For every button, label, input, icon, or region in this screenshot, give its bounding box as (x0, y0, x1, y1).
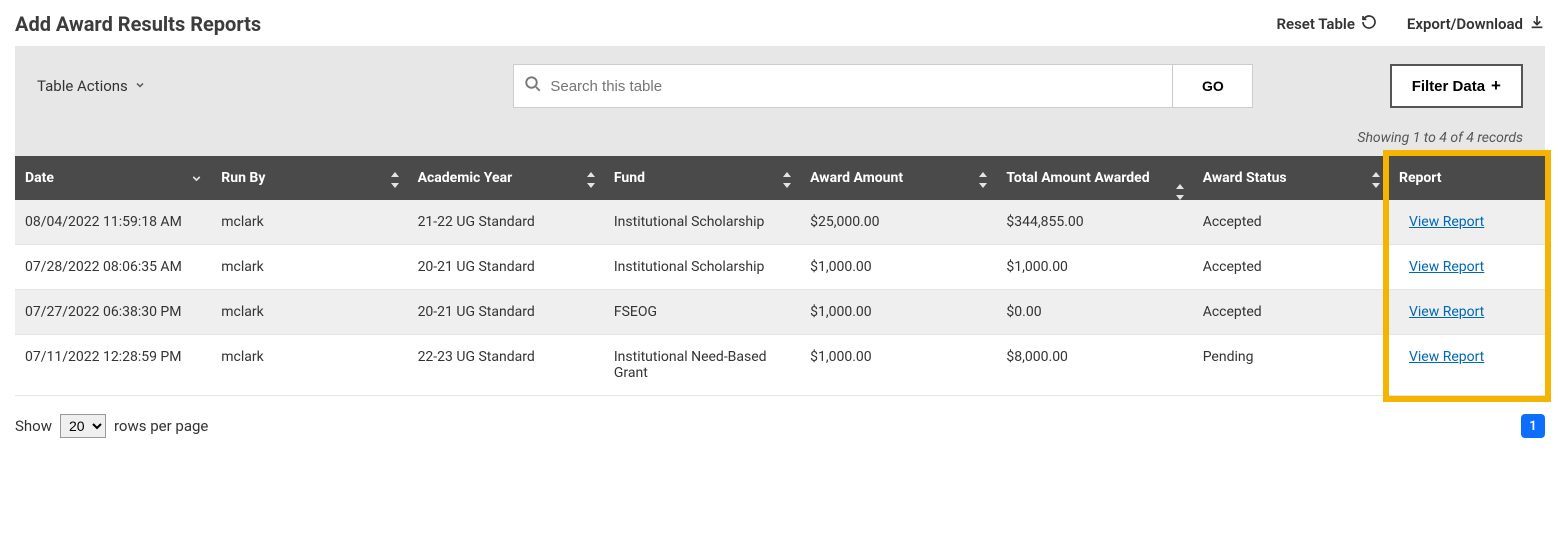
filter-data-label: Filter Data (1412, 78, 1485, 95)
reset-icon (1361, 14, 1377, 34)
col-report-label: Report (1399, 170, 1442, 186)
col-academic-year-label: Academic Year (418, 170, 513, 186)
export-download-label: Export/Download (1407, 15, 1523, 33)
cell-run-by: mclark (211, 200, 407, 245)
export-download-button[interactable]: Export/Download (1407, 14, 1545, 34)
cell-award-amount: $1,000.00 (800, 245, 996, 290)
cell-run-by: mclark (211, 290, 407, 335)
view-report-link[interactable]: View Report (1409, 349, 1484, 365)
cell-report: View Report (1389, 335, 1545, 396)
col-award-amount[interactable]: Award Amount (800, 156, 996, 200)
go-button[interactable]: GO (1173, 64, 1253, 108)
cell-academic-year: 20-21 UG Standard (408, 245, 604, 290)
col-total-awarded-label: Total Amount Awarded (1006, 170, 1149, 186)
sort-icon (390, 172, 400, 189)
reset-table-label: Reset Table (1276, 15, 1354, 33)
cell-date: 08/04/2022 11:59:18 AM (15, 200, 211, 245)
cell-award-status: Pending (1193, 335, 1389, 396)
cell-fund: Institutional Scholarship (604, 245, 800, 290)
col-date-label: Date (25, 170, 54, 186)
table-row: 07/28/2022 08:06:35 AMmclark20-21 UG Sta… (15, 245, 1545, 290)
page-number-current[interactable]: 1 (1521, 414, 1545, 438)
cell-award-amount: $25,000.00 (800, 200, 996, 245)
cell-fund: FSEOG (604, 290, 800, 335)
sort-icon (978, 172, 988, 189)
col-academic-year[interactable]: Academic Year (408, 156, 604, 200)
cell-date: 07/28/2022 08:06:35 AM (15, 245, 211, 290)
col-fund-label: Fund (614, 170, 645, 186)
col-award-status-label: Award Status (1203, 170, 1287, 186)
cell-academic-year: 22-23 UG Standard (408, 335, 604, 396)
table-row: 08/04/2022 11:59:18 AMmclark21-22 UG Sta… (15, 200, 1545, 245)
cell-report: View Report (1389, 290, 1545, 335)
col-fund[interactable]: Fund (604, 156, 800, 200)
col-report: Report (1389, 156, 1545, 200)
col-run-by[interactable]: Run By (211, 156, 407, 200)
cell-award-status: Accepted (1193, 200, 1389, 245)
show-label: Show (15, 417, 52, 435)
cell-report: View Report (1389, 200, 1545, 245)
cell-total-awarded: $0.00 (996, 290, 1192, 335)
sort-icon (782, 172, 792, 189)
table-row: 07/11/2022 12:28:59 PMmclark22-23 UG Sta… (15, 335, 1545, 396)
search-icon (524, 75, 542, 97)
table-actions-label: Table Actions (37, 77, 128, 95)
cell-date: 07/11/2022 12:28:59 PM (15, 335, 211, 396)
cell-award-amount: $1,000.00 (800, 290, 996, 335)
cell-report: View Report (1389, 245, 1545, 290)
cell-fund: Institutional Scholarship (604, 200, 800, 245)
col-award-amount-label: Award Amount (810, 170, 903, 186)
view-report-link[interactable]: View Report (1409, 214, 1484, 230)
cell-total-awarded: $8,000.00 (996, 335, 1192, 396)
plus-icon: + (1491, 76, 1501, 96)
table-actions-dropdown[interactable]: Table Actions (37, 77, 377, 95)
chevron-down-icon (134, 77, 146, 95)
cell-award-status: Accepted (1193, 290, 1389, 335)
cell-award-amount: $1,000.00 (800, 335, 996, 396)
view-report-link[interactable]: View Report (1409, 259, 1484, 275)
cell-date: 07/27/2022 06:38:30 PM (15, 290, 211, 335)
cell-total-awarded: $344,855.00 (996, 200, 1192, 245)
cell-academic-year: 21-22 UG Standard (408, 200, 604, 245)
cell-total-awarded: $1,000.00 (996, 245, 1192, 290)
reset-table-button[interactable]: Reset Table (1276, 14, 1376, 34)
results-table: Date Run By Academic Year Fund (15, 156, 1545, 396)
cell-award-status: Accepted (1193, 245, 1389, 290)
sort-icon (1175, 184, 1185, 201)
cell-run-by: mclark (211, 335, 407, 396)
cell-run-by: mclark (211, 245, 407, 290)
records-summary: Showing 1 to 4 of 4 records (15, 118, 1545, 156)
search-input[interactable] (542, 77, 1162, 96)
chevron-down-icon (190, 172, 203, 186)
table-row: 07/27/2022 06:38:30 PMmclark20-21 UG Sta… (15, 290, 1545, 335)
cell-academic-year: 20-21 UG Standard (408, 290, 604, 335)
col-run-by-label: Run By (221, 170, 265, 186)
page-size-select[interactable]: 20 (60, 414, 106, 438)
col-date[interactable]: Date (15, 156, 211, 200)
sort-icon (1371, 172, 1381, 189)
page-title: Add Award Results Reports (15, 12, 261, 36)
col-award-status[interactable]: Award Status (1193, 156, 1389, 200)
cell-fund: Institutional Need-Based Grant (604, 335, 800, 396)
rows-per-page-label: rows per page (114, 417, 208, 435)
filter-data-button[interactable]: Filter Data + (1390, 64, 1523, 108)
col-total-awarded[interactable]: Total Amount Awarded (996, 156, 1192, 200)
view-report-link[interactable]: View Report (1409, 304, 1484, 320)
sort-icon (586, 172, 596, 189)
download-icon (1529, 14, 1545, 34)
